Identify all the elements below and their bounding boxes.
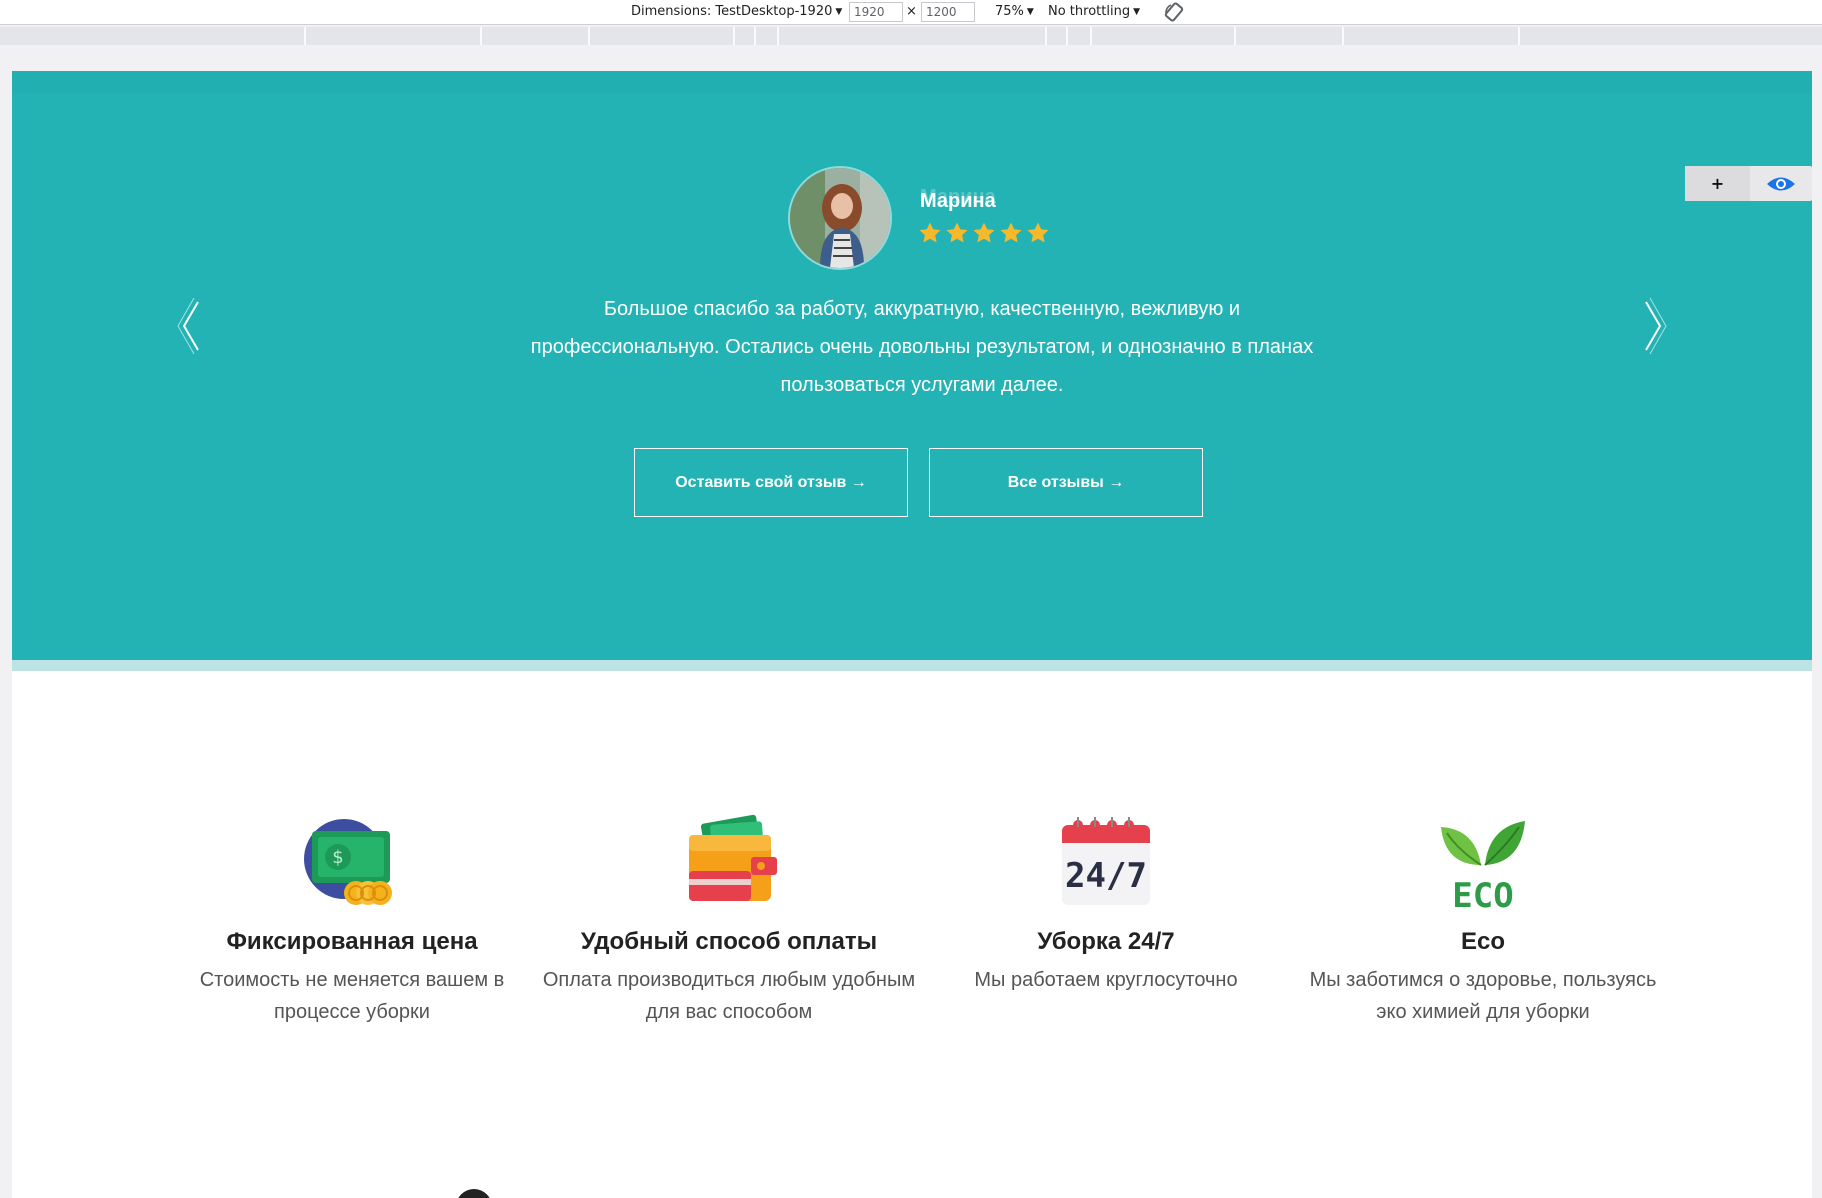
- feature-title: Удобный способ оплаты: [580, 928, 878, 955]
- all-reviews-button[interactable]: Все отзывы →: [929, 448, 1203, 517]
- chevron-left-icon: [177, 297, 199, 355]
- devtools-device-toolbar: Dimensions: TestDesktop-1920▼ × 75%▼ No …: [0, 0, 1822, 25]
- reviewer-name: Марина: [920, 190, 996, 212]
- rating-stars: [918, 221, 1050, 245]
- width-input[interactable]: [849, 2, 903, 22]
- eco-icon: ECO: [1435, 813, 1531, 916]
- feature-eco: ECO Eco Мы заботимся о здоровье, пользуя…: [1293, 813, 1673, 1028]
- feature-24-7: 24/7 Уборка 24/7 Мы работаем круглосуточ…: [916, 813, 1296, 996]
- testimonial-section: Марина Большое спасибо за работу, аккура…: [12, 71, 1812, 660]
- feature-description: Оплата производиться любым удобным для в…: [542, 969, 916, 1023]
- throttling-dropdown[interactable]: No throttling ▼: [1048, 4, 1140, 19]
- feature-title: Eco: [1460, 928, 1505, 955]
- feature-description: Мы заботимся о здоровье, пользуясь эко х…: [1309, 969, 1657, 1023]
- times-sign: ×: [906, 4, 917, 19]
- review-text: Большое спасибо за работу, аккуратную, к…: [530, 298, 1314, 396]
- hero-bottom-strip: [12, 660, 1812, 671]
- feature-fixed-price: $ Фиксированная цена Стоимость не меняет…: [162, 813, 542, 1028]
- leave-review-button[interactable]: Оставить свой отзыв →: [634, 448, 908, 517]
- calendar-icon: 24/7: [1058, 813, 1154, 909]
- star-icon: [919, 222, 941, 243]
- floating-widget: +: [1685, 166, 1812, 201]
- rotate-icon[interactable]: [1163, 1, 1185, 23]
- eco-icon-text: ECO: [1452, 876, 1513, 909]
- star-icon: [946, 222, 968, 243]
- zoom-dropdown[interactable]: 75% ▼: [995, 4, 1034, 19]
- media-query-ruler: [0, 27, 1822, 45]
- svg-text:$: $: [332, 847, 343, 868]
- reviewer-avatar: [788, 166, 892, 270]
- feature-title: Уборка 24/7: [1037, 928, 1175, 955]
- height-input[interactable]: [921, 2, 975, 22]
- dimensions-dropdown[interactable]: Dimensions: TestDesktop-1920 ▼: [631, 4, 842, 19]
- money-icon: $: [304, 813, 400, 909]
- page-viewport: Марина Большое спасибо за работу, аккура…: [12, 71, 1812, 1198]
- zoom-label: 75%: [995, 4, 1024, 19]
- feature-description: Мы работаем круглосуточно: [974, 969, 1238, 991]
- feature-title: Фиксированная цена: [226, 928, 478, 955]
- star-icon: [1027, 222, 1049, 243]
- caret-down-icon: ▼: [1133, 6, 1140, 17]
- star-icon: [1000, 222, 1022, 243]
- feature-payment: Удобный способ оплаты Оплата производить…: [539, 813, 919, 1028]
- calendar-icon-text: 24/7: [1065, 856, 1147, 896]
- wallet-icon: [681, 813, 777, 909]
- star-icon: [973, 222, 995, 243]
- add-button[interactable]: +: [1685, 166, 1750, 201]
- chevron-right-icon: [1645, 297, 1667, 355]
- eye-icon[interactable]: [1750, 166, 1812, 201]
- next-section-icon: [456, 1189, 492, 1198]
- caret-down-icon: ▼: [1026, 6, 1034, 17]
- next-arrow-button[interactable]: [1632, 296, 1672, 356]
- feature-description: Стоимость не меняется вашем в процессе у…: [199, 969, 505, 1023]
- dimensions-label: Dimensions: TestDesktop-1920: [631, 4, 833, 19]
- prev-arrow-button[interactable]: [172, 296, 212, 356]
- caret-down-icon: ▼: [835, 6, 843, 17]
- hero-top-band: [12, 71, 1812, 93]
- throttling-label: No throttling: [1048, 4, 1131, 19]
